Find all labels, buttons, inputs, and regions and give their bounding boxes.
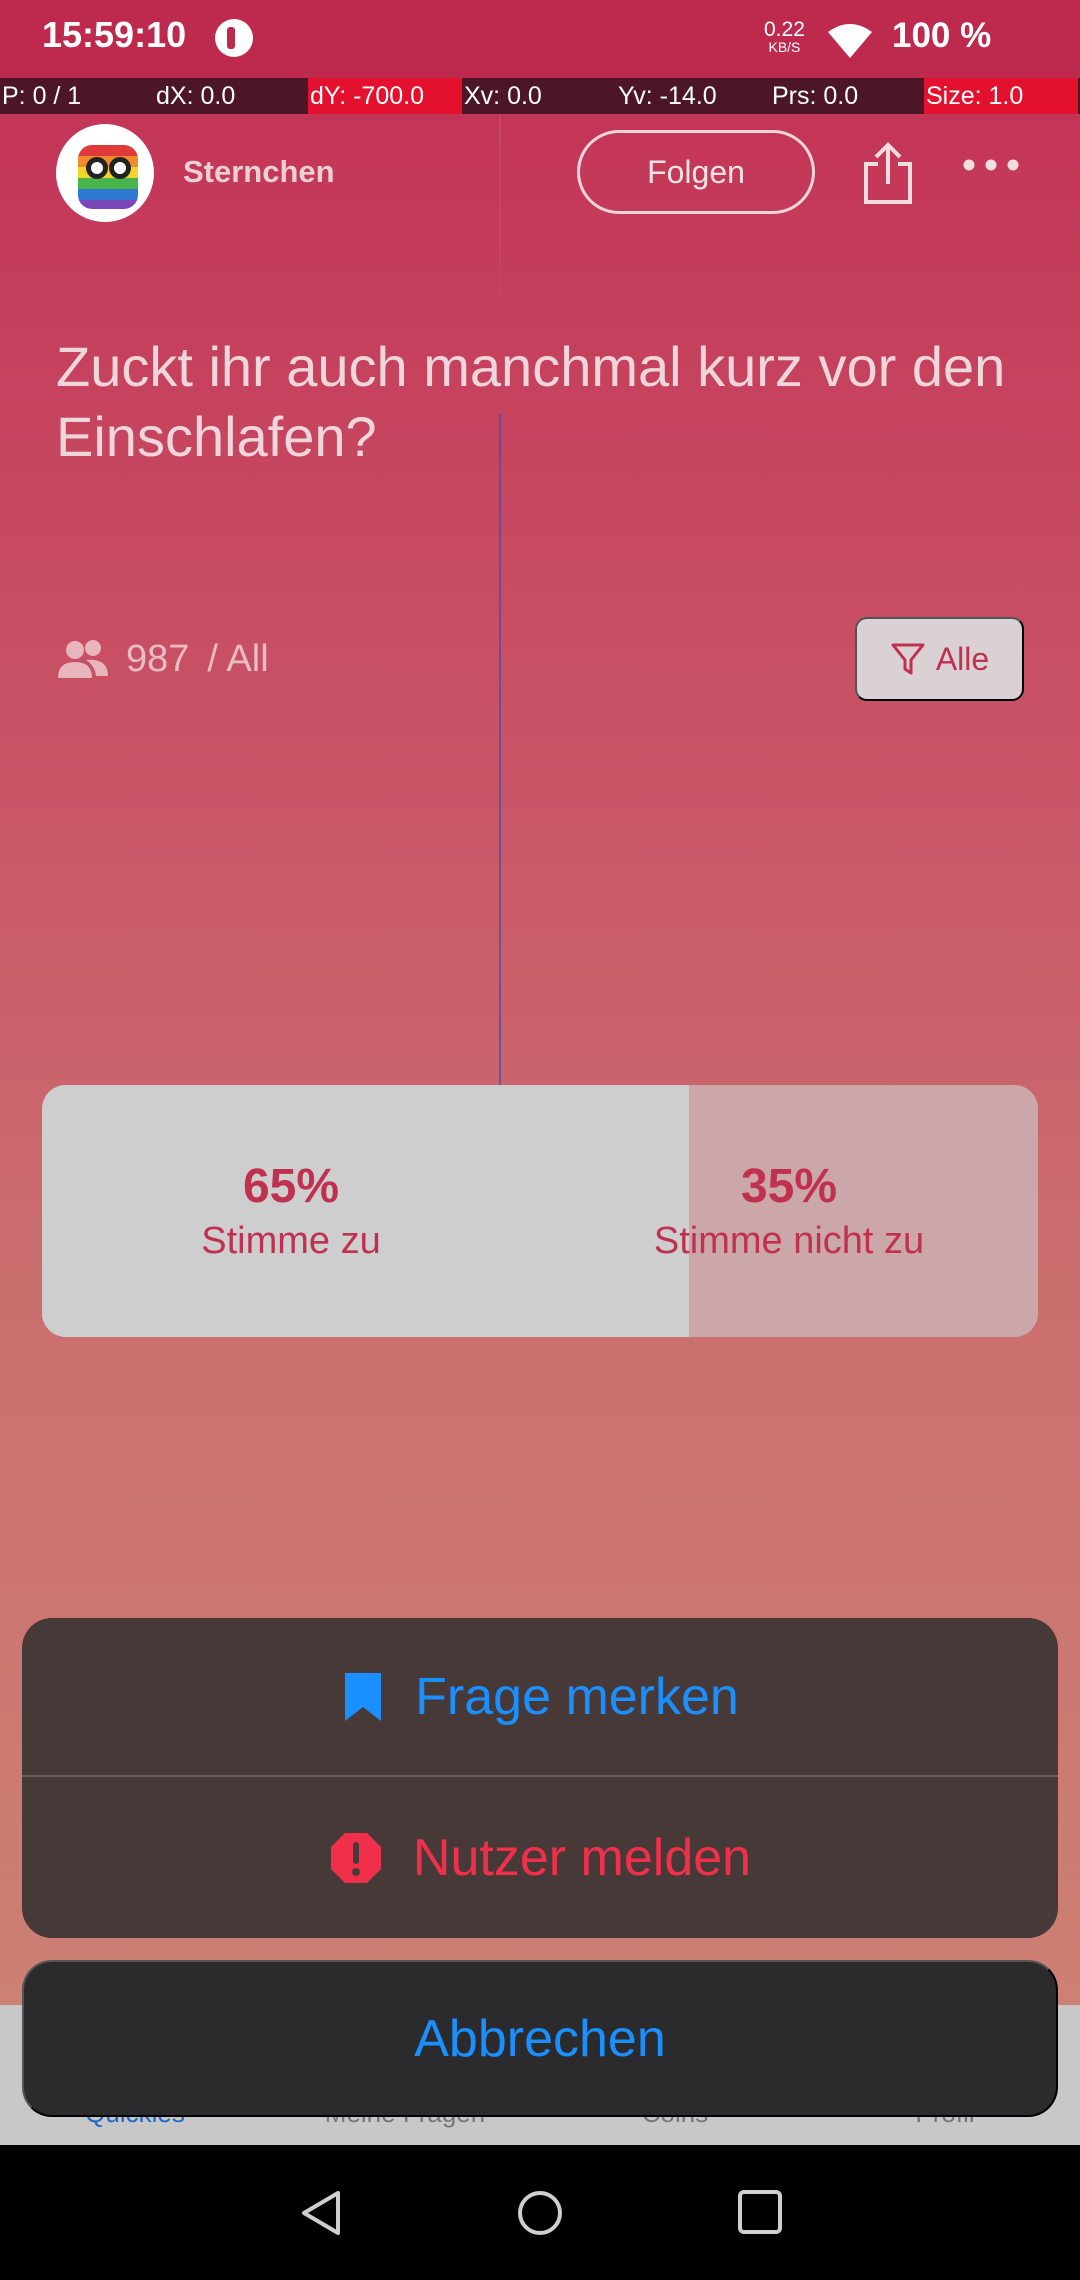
action-sheet: Frage merken Nutzer melden <box>22 1618 1058 1938</box>
poll-disagree-label: Stimme nicht zu <box>653 1220 925 1262</box>
cancel-button[interactable]: Abbrechen <box>22 1960 1058 2117</box>
people-icon <box>58 640 108 678</box>
avatar-rainbow <box>78 145 138 209</box>
more-options-icon[interactable] <box>962 154 1020 176</box>
debug-dy: dY: -700.0 <box>308 78 462 114</box>
share-icon[interactable] <box>858 142 918 206</box>
network-speed: 0.22 KB/S <box>764 18 805 55</box>
poll-agree-label: Stimme zu <box>201 1220 381 1262</box>
bookmark-icon <box>345 1672 382 1721</box>
app-screen: 15:59:10 0.22 KB/S 100 % P: 0 / 1 dX: 0.… <box>0 0 1080 2280</box>
network-speed-value: 0.22 <box>764 18 805 41</box>
poll-agree-percent: 65% <box>242 1160 340 1213</box>
avatar-eye <box>109 157 131 179</box>
debug-prs: Prs: 0.0 <box>772 82 859 110</box>
debug-pointer: P: 0 / 1 <box>2 82 82 110</box>
status-time: 15:59:10 <box>42 14 187 55</box>
debug-yv: Yv: -14.0 <box>618 82 717 110</box>
poll-results: 65% Stimme zu 35% Stimme nicht zu <box>42 1085 1038 1337</box>
poll-disagree-percent: 35% <box>740 1160 838 1213</box>
alert-octagon-icon <box>330 1832 381 1883</box>
avatar-eye <box>86 157 108 179</box>
recents-icon[interactable] <box>737 2189 783 2235</box>
filter-icon <box>891 643 925 675</box>
poll-disagree-text: 35% Stimme nicht zu <box>540 1159 1038 1263</box>
back-icon[interactable] <box>298 2189 346 2237</box>
audience-label: / All <box>207 637 269 680</box>
debug-size: Size: 1.0 <box>924 78 1078 114</box>
system-navigation-bar <box>0 2145 1080 2280</box>
save-question-label: Frage merken <box>415 1667 739 1726</box>
wifi-icon <box>828 24 872 58</box>
participants-info: 987 / All <box>56 634 269 684</box>
report-user-button[interactable]: Nutzer melden <box>22 1778 1058 1937</box>
status-bar: 15:59:10 0.22 KB/S 100 % <box>0 0 1080 78</box>
filter-label: Alle <box>935 640 990 677</box>
report-user-label: Nutzer melden <box>412 1828 752 1887</box>
notification-app-icon <box>215 19 253 57</box>
debug-xv: Xv: 0.0 <box>464 82 542 110</box>
username[interactable]: Sternchen <box>183 154 335 190</box>
home-icon[interactable] <box>516 2189 564 2237</box>
poll-agree-text: 65% Stimme zu <box>42 1159 540 1263</box>
debug-dx: dX: 0.0 <box>156 82 236 110</box>
pointer-trace-line <box>499 414 501 1114</box>
question-text: Zuckt ihr auch manchmal kurz vor den Ein… <box>56 335 1006 468</box>
save-question-button[interactable]: Frage merken <box>22 1618 1058 1777</box>
pointer-trace-top <box>499 114 501 299</box>
battery-level: 100 % <box>892 16 992 55</box>
follow-button[interactable]: Folgen <box>577 130 815 214</box>
user-avatar[interactable] <box>56 124 154 222</box>
participant-count: 987 <box>126 637 190 680</box>
filter-button[interactable]: Alle <box>855 617 1024 701</box>
pointer-debug-bar: P: 0 / 1 dX: 0.0 dY: -700.0 Xv: 0.0 Yv: … <box>0 78 1080 114</box>
poll-option-disagree[interactable]: 35% Stimme nicht zu <box>654 1085 1038 1337</box>
network-speed-unit: KB/S <box>768 39 801 55</box>
